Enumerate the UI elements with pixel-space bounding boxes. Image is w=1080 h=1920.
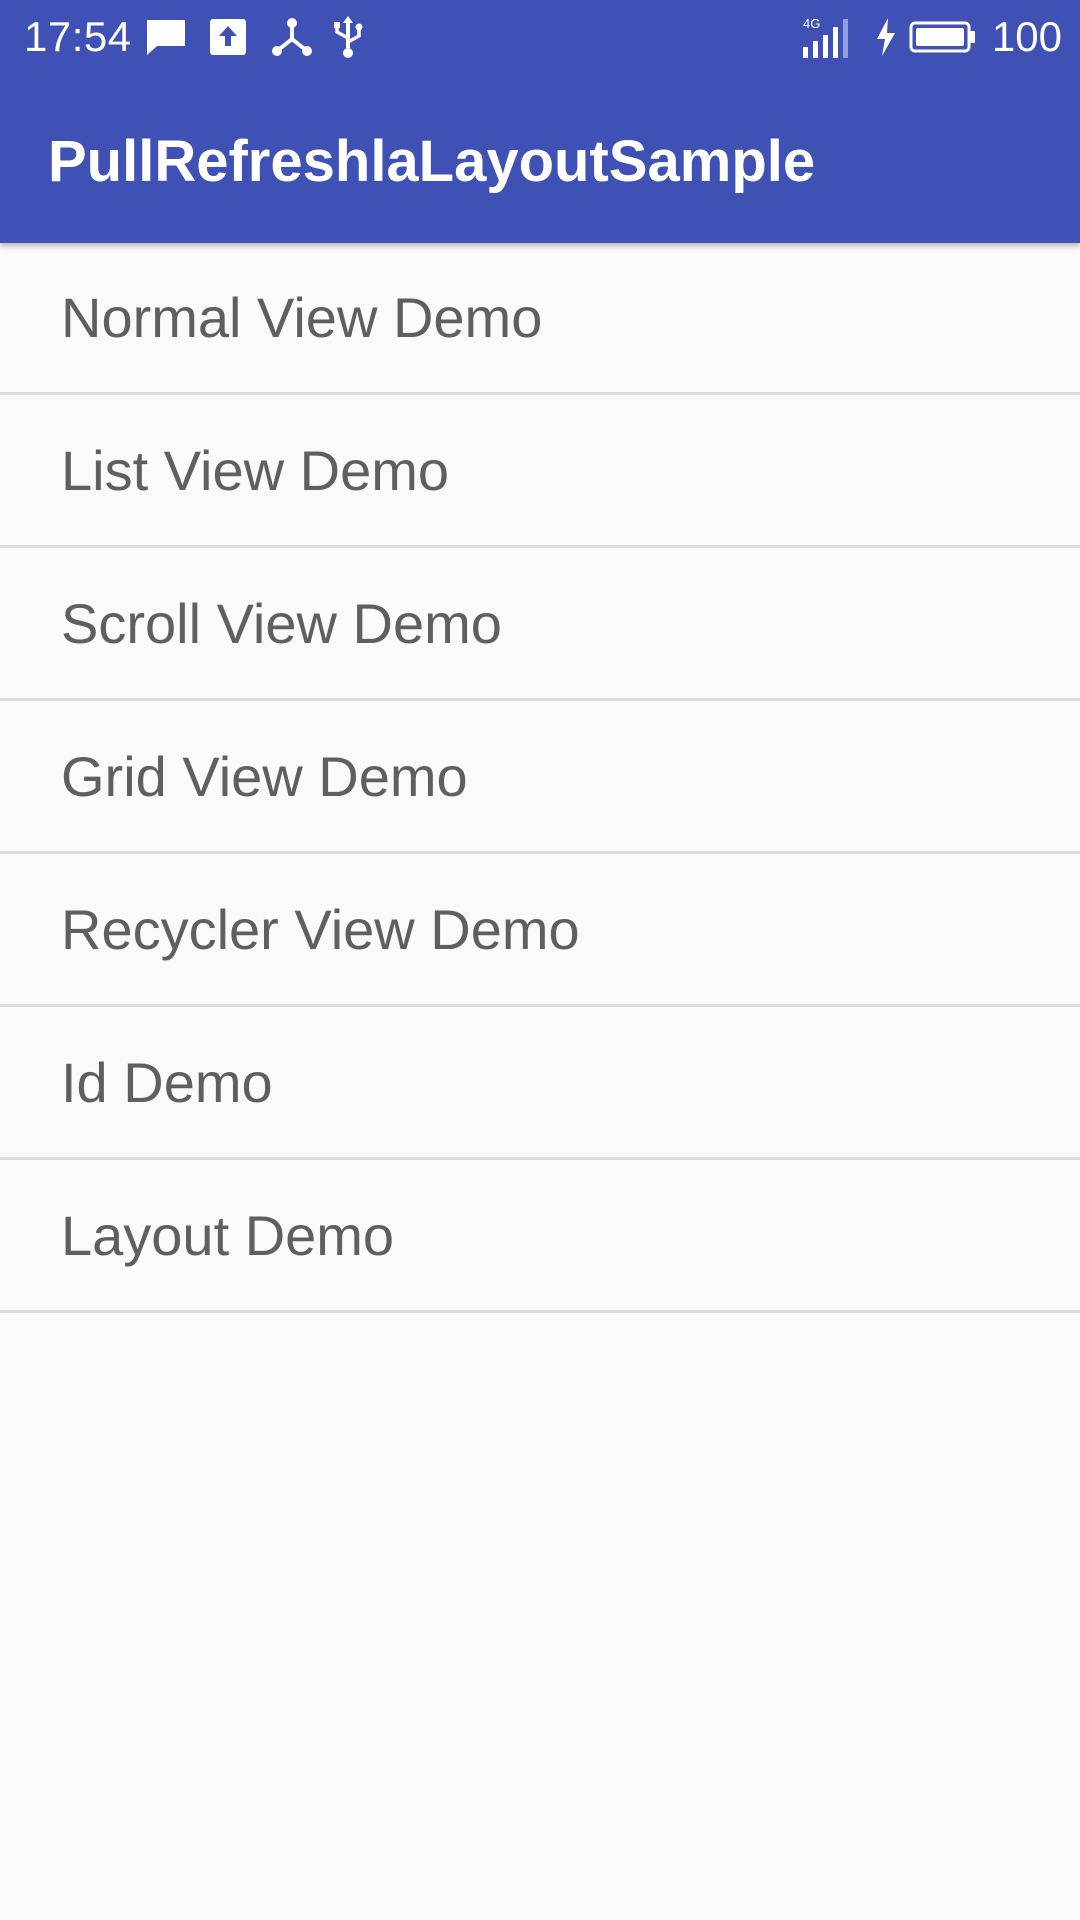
signal-icon: 4G xyxy=(800,14,856,60)
battery-level: 100 xyxy=(991,13,1062,60)
status-bar: 17:54 4G 100 xyxy=(0,0,1080,75)
list-item-scroll-view-demo[interactable]: Scroll View Demo xyxy=(0,548,1080,701)
list-item-list-view-demo[interactable]: List View Demo xyxy=(0,395,1080,548)
battery-icon xyxy=(908,14,978,60)
list-item-label: Recycler View Demo xyxy=(61,897,580,961)
app-header: 17:54 4G 100 PullRefreshlaLayoutSample xyxy=(0,0,1080,243)
list-item-label: Scroll View Demo xyxy=(61,591,502,655)
message-icon xyxy=(144,14,188,60)
list-item-label: Layout Demo xyxy=(61,1203,395,1267)
network-type-label: 4G xyxy=(803,16,820,31)
list-item-recycler-view-demo[interactable]: Recycler View Demo xyxy=(0,854,1080,1007)
list-item-label: List View Demo xyxy=(61,438,450,502)
list-item-layout-demo[interactable]: Layout Demo xyxy=(0,1160,1080,1313)
list-item-grid-view-demo[interactable]: Grid View Demo xyxy=(0,701,1080,854)
list-item-label: Grid View Demo xyxy=(61,744,468,808)
status-time: 17:54 xyxy=(24,13,132,60)
usb-icon xyxy=(328,14,368,60)
list-item-id-demo[interactable]: Id Demo xyxy=(0,1007,1080,1160)
list-item-label: Id Demo xyxy=(61,1050,273,1114)
list-item-normal-view-demo[interactable]: Normal View Demo xyxy=(0,243,1080,395)
upload-icon xyxy=(208,14,248,60)
charging-icon xyxy=(872,14,900,60)
demo-list: Normal View Demo List View Demo Scroll V… xyxy=(0,243,1080,1313)
app-title: PullRefreshlaLayoutSample xyxy=(48,129,816,194)
list-item-label: Normal View Demo xyxy=(61,286,543,349)
network-share-icon xyxy=(270,14,314,60)
